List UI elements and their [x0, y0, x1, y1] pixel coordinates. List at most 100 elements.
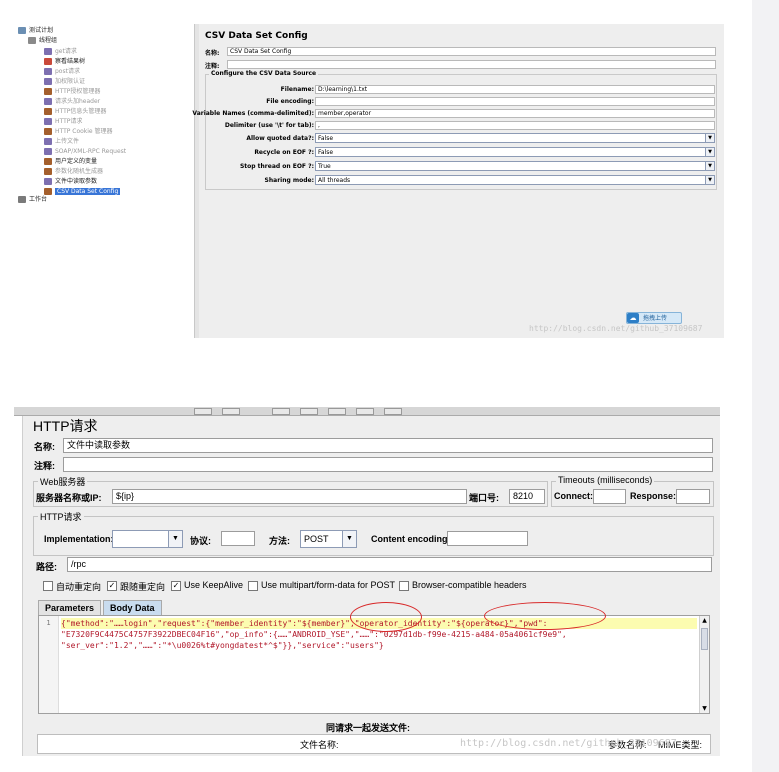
chevron-down-icon[interactable]: ▼: [705, 162, 714, 170]
connect-field[interactable]: [593, 489, 626, 504]
tree-item-label: 请求头加header: [55, 98, 101, 105]
multipart-label: Use multipart/form-data for POST: [261, 580, 396, 590]
red-annotation-ellipse: [350, 602, 422, 632]
recycle-value: False: [318, 149, 334, 156]
chevron-down-icon[interactable]: ▼: [168, 531, 182, 547]
pen-icon: [44, 98, 52, 105]
stop-select[interactable]: True ▼: [315, 161, 715, 171]
toolbar-button[interactable]: [194, 408, 212, 415]
http-request-window: HTTP请求 名称: 文件中读取参数 注释: Web服务器 服务器名称或IP: …: [14, 407, 720, 756]
tree-item[interactable]: 线程组: [28, 36, 57, 46]
pen-icon: [44, 178, 52, 185]
method-select[interactable]: POST ▼: [300, 530, 357, 548]
chevron-down-icon[interactable]: ▼: [705, 148, 714, 156]
filename-field[interactable]: D:\learning\1.txt: [315, 85, 715, 94]
recycle-label: Recycle on EOF ?:: [254, 149, 314, 156]
stop-value: True: [318, 163, 331, 170]
tree-item[interactable]: HTTP授权管理器: [44, 87, 100, 97]
tree-item[interactable]: CSV Data Set Config: [44, 187, 121, 197]
panel-title: CSV Data Set Config: [205, 31, 308, 41]
tree-item[interactable]: HTTP请求: [44, 117, 82, 127]
protocol-field[interactable]: [221, 531, 255, 546]
toolbar-button[interactable]: [300, 408, 318, 415]
tab-body-data[interactable]: Body Data: [103, 600, 162, 615]
protocol-label: 协议:: [190, 536, 211, 546]
response-field[interactable]: [676, 489, 710, 504]
tree-item[interactable]: 察看结果树: [44, 57, 85, 67]
toolbar-button[interactable]: [384, 408, 402, 415]
line-number: 1: [46, 619, 51, 627]
follow-redirect-checkbox[interactable]: ✓: [107, 581, 117, 591]
auto-redirect-checkbox[interactable]: [43, 581, 53, 591]
tree-item[interactable]: 加权限认证: [44, 77, 85, 87]
implementation-select[interactable]: ▼: [112, 530, 183, 548]
tree-item-label: get请求: [55, 48, 77, 55]
tree-item[interactable]: 测试计划: [18, 26, 53, 36]
delimiter-label: Delimiter (use '\t' for tab):: [224, 122, 314, 129]
toolbar-button[interactable]: [222, 408, 240, 415]
tree-item-label: HTTP信息头管理器: [55, 108, 107, 115]
chevron-down-icon[interactable]: ▼: [342, 531, 356, 547]
content-encoding-field[interactable]: [447, 531, 528, 546]
chevron-down-icon[interactable]: ▼: [705, 134, 714, 142]
tree-item[interactable]: HTTP信息头管理器: [44, 107, 106, 117]
chevron-down-icon[interactable]: ▼: [705, 176, 714, 184]
config-icon: [44, 158, 52, 165]
tree-item-label: HTTP请求: [55, 118, 83, 125]
scroll-up-icon[interactable]: ▲: [700, 616, 709, 625]
multipart-checkbox[interactable]: [248, 581, 258, 591]
toolbar-button[interactable]: [328, 408, 346, 415]
tree-item-label: 加权限认证: [55, 78, 86, 85]
quoted-value: False: [318, 135, 334, 142]
recycle-select[interactable]: False ▼: [315, 147, 715, 157]
name-field[interactable]: CSV Data Set Config: [227, 47, 716, 56]
tree-item[interactable]: HTTP Cookie 管理器: [44, 127, 113, 137]
comment-label: 注释:: [34, 461, 55, 471]
scroll-down-icon[interactable]: ▼: [700, 704, 709, 713]
keepalive-checkbox[interactable]: ✓: [171, 581, 181, 591]
quoted-select[interactable]: False ▼: [315, 133, 715, 143]
tree-item[interactable]: post请求: [44, 67, 80, 77]
filename-label: Filename:: [280, 86, 314, 93]
config-icon: [44, 128, 52, 135]
server-field[interactable]: ${ip}: [112, 489, 467, 504]
scroll-thumb[interactable]: [701, 628, 708, 650]
auto-redirect-label: 自动重定向: [56, 582, 102, 592]
right-margin-strip: [752, 0, 779, 772]
comment-field[interactable]: [227, 60, 716, 69]
encoding-field[interactable]: [315, 97, 715, 106]
file-column-header: 文件名称:: [300, 740, 339, 750]
drag-upload-label: 拖拽上传: [643, 315, 668, 322]
varnames-field[interactable]: member,operator: [315, 109, 715, 118]
comment-field[interactable]: [63, 457, 713, 472]
watermark-text: http://blog.csdn.net/github_37109687: [529, 324, 703, 333]
tree-item[interactable]: SOAP/XML-RPC Request: [44, 147, 126, 157]
csv-config-panel: CSV Data Set Config 名称: CSV Data Set Con…: [192, 24, 724, 338]
tree-item[interactable]: 文件中读取参数: [44, 177, 97, 187]
toolbar-button[interactable]: [356, 408, 374, 415]
port-field[interactable]: 8210: [509, 489, 545, 504]
name-field[interactable]: 文件中读取参数: [63, 438, 713, 453]
workbench-icon: [18, 196, 26, 203]
server-label: 服务器名称或IP:: [36, 493, 102, 503]
toolbar-button[interactable]: [272, 408, 290, 415]
files-caption: 同请求一起发送文件:: [326, 723, 410, 733]
tree-item[interactable]: get请求: [44, 47, 77, 57]
tree-item[interactable]: 参数化随机生成器: [44, 167, 103, 177]
tree-item[interactable]: 请求头加header: [44, 97, 100, 107]
results-tree-icon: [44, 58, 52, 65]
tree-item-label: 察看结果树: [55, 58, 86, 65]
tab-parameters[interactable]: Parameters: [38, 600, 102, 615]
drag-upload-button[interactable]: ☁ 拖拽上传: [626, 312, 682, 324]
varnames-label: Variable Names (comma-delimited):: [192, 110, 314, 117]
tree-item[interactable]: 用户定义的变量: [44, 157, 97, 167]
delimiter-field[interactable]: ,: [315, 121, 715, 130]
tree-item[interactable]: 工作台: [18, 195, 47, 205]
tree-item-label: HTTP Cookie 管理器: [55, 128, 113, 135]
editor-scrollbar[interactable]: ▲ ▼: [699, 616, 709, 713]
sharing-select[interactable]: All threads ▼: [315, 175, 715, 185]
tree-item[interactable]: 上传文件: [44, 137, 79, 147]
browser-headers-checkbox[interactable]: [399, 581, 409, 591]
path-field[interactable]: /rpc: [67, 557, 712, 572]
pen-icon: [44, 138, 52, 145]
